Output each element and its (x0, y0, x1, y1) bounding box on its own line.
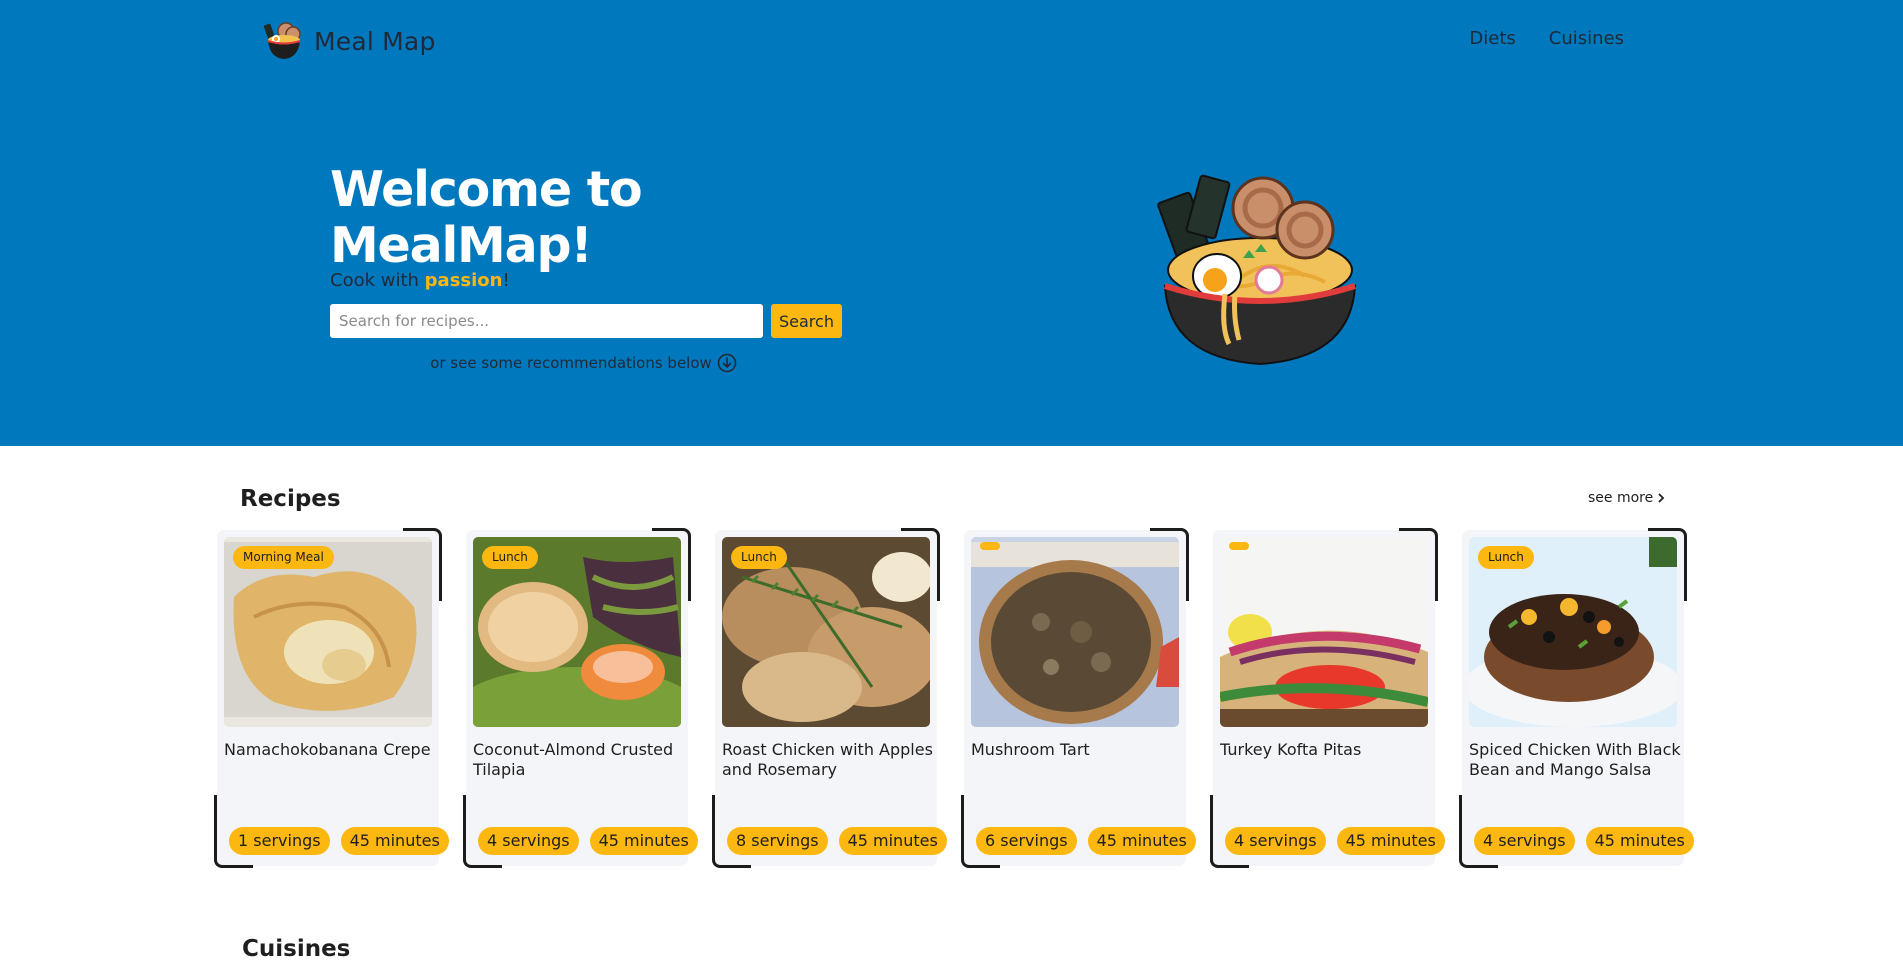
nav-link-diets[interactable]: Diets (1469, 28, 1515, 49)
recipe-card[interactable]: Turkey Kofta Pitas 4 servings 45 minutes (1210, 528, 1445, 868)
recipe-image (971, 537, 1179, 727)
meal-type-badge (1229, 542, 1249, 550)
recipe-meta: 8 servings 45 minutes (727, 827, 947, 855)
meal-type-badge: Lunch (731, 546, 787, 569)
search-input[interactable] (330, 304, 763, 338)
time-pill: 45 minutes (1087, 827, 1196, 855)
brand-home-link[interactable]: Meal Map (262, 18, 436, 64)
cuisines-section-title: Cuisines (242, 936, 351, 962)
recipe-name: Coconut-Almond Crusted Tilapia (473, 740, 674, 779)
time-pill: 45 minutes (838, 827, 947, 855)
servings-pill: 4 servings (1225, 827, 1326, 855)
time-pill: 45 minutes (340, 827, 449, 855)
recipe-meta: 4 servings 45 minutes (478, 827, 698, 855)
servings-pill: 4 servings (478, 827, 579, 855)
see-more-link[interactable]: see more (1588, 490, 1665, 506)
recipe-card[interactable]: Lunch Roast Chicken with Apples and Rose… (712, 528, 947, 868)
recipe-meta: 4 servings 45 minutes (1225, 827, 1445, 855)
hero-text: Welcome to MealMap! Cook with passion! S… (330, 162, 850, 374)
recipe-card[interactable]: Lunch Coconut-Almond Crusted Tilapia 4 s… (463, 528, 698, 868)
meal-type-badge: Lunch (1478, 546, 1534, 569)
meal-type-badge: Lunch (482, 546, 538, 569)
meal-type-badge (980, 542, 1000, 550)
recipe-meta: 1 servings 45 minutes (229, 827, 449, 855)
brand-name: Meal Map (314, 26, 436, 56)
recommendations-hint: or see some recommendations below (330, 352, 838, 374)
tagline-accent: passion (424, 270, 503, 291)
time-pill: 45 minutes (1585, 827, 1694, 855)
recipe-name: Roast Chicken with Apples and Rosemary (722, 740, 933, 779)
recipe-card[interactable]: Mushroom Tart 6 servings 45 minutes (961, 528, 1196, 868)
recipe-meta: 6 servings 45 minutes (976, 827, 1196, 855)
recipe-name: Turkey Kofta Pitas (1220, 740, 1362, 759)
time-pill: 45 minutes (1336, 827, 1445, 855)
recipe-card[interactable]: Morning Meal Namachokobanana Crepe 1 ser… (214, 528, 449, 868)
recipe-meta: 4 servings 45 minutes (1474, 827, 1694, 855)
recipe-card[interactable]: Lunch Spiced Chicken With Black Bean and… (1459, 528, 1694, 868)
nav-links: Diets Cuisines (1469, 28, 1624, 49)
recipes-section: Recipes see more Morning Meal Namachokob… (0, 446, 1903, 962)
recommend-text: or see some recommendations below (430, 354, 712, 372)
ramen-bowl-illustration (1157, 174, 1357, 366)
recipe-image (1220, 537, 1428, 727)
search-row: Search (330, 304, 850, 338)
hero-section: Meal Map Diets Cuisines Welcome to MealM… (0, 0, 1903, 446)
tagline-prefix: Cook with (330, 270, 425, 291)
see-more-label: see more (1588, 490, 1654, 506)
recipe-cards: Morning Meal Namachokobanana Crepe 1 ser… (214, 528, 1694, 868)
time-pill: 45 minutes (589, 827, 698, 855)
nav-link-cuisines[interactable]: Cuisines (1549, 28, 1624, 49)
arrow-down-circle-icon[interactable] (716, 352, 738, 374)
search-button[interactable]: Search (771, 304, 842, 338)
recipe-name: Mushroom Tart (971, 740, 1090, 759)
servings-pill: 4 servings (1474, 827, 1575, 855)
servings-pill: 6 servings (976, 827, 1077, 855)
servings-pill: 8 servings (727, 827, 828, 855)
servings-pill: 1 servings (229, 827, 330, 855)
recipe-name: Spiced Chicken With Black Bean and Mango… (1469, 740, 1681, 779)
meal-type-badge: Morning Meal (233, 546, 334, 569)
ramen-bowl-icon (263, 22, 301, 59)
section-title: Recipes (240, 486, 341, 512)
recipe-name: Namachokobanana Crepe (224, 740, 431, 759)
hero-heading: Welcome to MealMap! (330, 161, 643, 274)
tagline-suffix: ! (502, 270, 510, 291)
chevron-right-icon (1658, 493, 1665, 503)
